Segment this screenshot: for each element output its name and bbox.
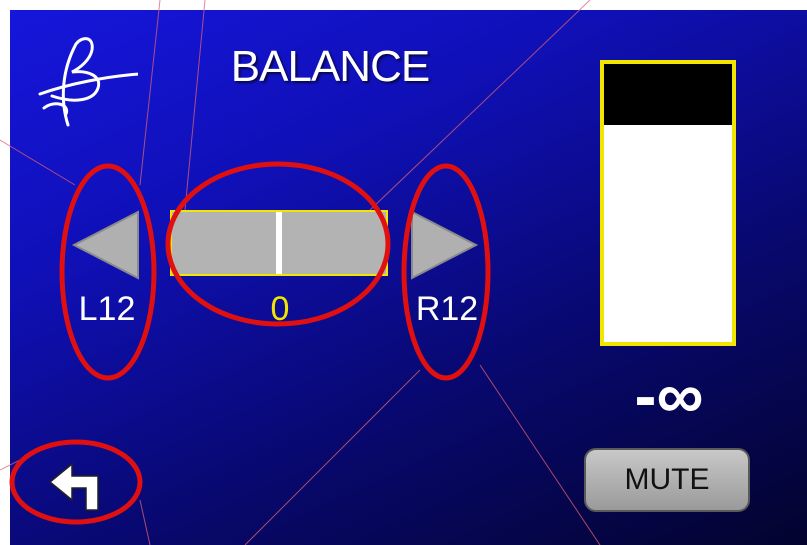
balance-right-button[interactable] [410,210,480,280]
right-triangle-icon [411,210,479,280]
page-title: BALANCE [230,42,430,91]
back-button[interactable] [40,440,120,520]
balance-indicator[interactable] [276,212,282,274]
balance-left-label: L12 [78,290,136,328]
balance-slider[interactable] [170,210,388,276]
level-meter-fill [604,64,732,126]
mute-button[interactable]: MUTE [584,448,750,512]
left-triangle-icon [71,210,139,280]
back-arrow-icon [48,462,99,511]
brand-logo-icon [38,37,138,127]
level-meter-value: -∞ [634,358,704,432]
balance-left-button[interactable] [70,210,140,280]
balance-value: 0 [270,290,290,328]
balance-right-label: R12 [415,290,479,328]
level-meter [600,60,736,346]
